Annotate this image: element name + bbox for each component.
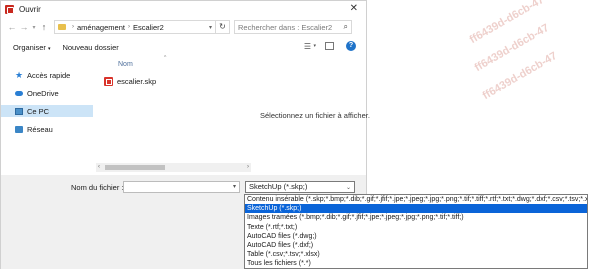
filename-input[interactable]: ▾ — [123, 181, 240, 193]
file-type-selected: SketchUp (*.skp;) — [249, 182, 308, 191]
file-type-option[interactable]: Table (*.csv;*.tsv;*.xlsx) — [245, 250, 587, 259]
close-icon[interactable]: ✕ — [350, 3, 358, 14]
view-options-icon[interactable]: ☰ — [304, 42, 311, 51]
folder-icon — [58, 24, 66, 30]
breadcrumb-amenagement[interactable]: aménagement — [77, 23, 125, 32]
file-type-option[interactable]: AutoCAD files (*.dwg;) — [245, 232, 587, 241]
chevron-down-icon: ⌄ — [345, 185, 351, 191]
back-arrow-icon[interactable]: ← — [6, 22, 18, 32]
file-type-option[interactable]: Texte (*.rtf;*.txt;) — [245, 223, 587, 232]
chevron-down-icon[interactable]: ▾ — [233, 183, 236, 190]
file-type-select[interactable]: SketchUp (*.skp;) ⌄ — [245, 181, 355, 193]
breadcrumb-separator-icon[interactable]: › — [72, 24, 74, 30]
address-bar[interactable]: › aménagement › Escalier2 ▾ — [54, 20, 216, 34]
breadcrumb-separator-icon[interactable]: › — [128, 24, 130, 30]
cloud-icon — [15, 90, 23, 96]
sort-up-icon: ^ — [164, 55, 167, 61]
list-item[interactable]: escalier.skp — [104, 77, 156, 86]
forward-arrow-icon[interactable]: → — [18, 22, 30, 32]
computer-icon — [15, 107, 23, 115]
window-title: Ouvrir — [19, 4, 41, 14]
sketchup-app-icon — [5, 4, 14, 14]
title-bar: Ouvrir ✕ — [1, 1, 366, 17]
chevron-down-icon: ▾ — [47, 45, 51, 52]
breadcrumb-escalier2[interactable]: Escalier2 — [133, 23, 164, 32]
sidebar-item-ce-pc[interactable]: Ce PC — [1, 105, 93, 117]
organize-button[interactable]: Organiser ▾ — [13, 43, 50, 52]
file-type-option[interactable]: Images tramées (*.bmp;*.dib;*.gif;*.jfif… — [245, 213, 587, 222]
scroll-right-icon[interactable]: › — [247, 164, 249, 170]
organize-label: Organiser — [13, 42, 46, 52]
new-folder-button[interactable]: Nouveau dossier — [62, 43, 118, 52]
sidebar-item-acces-rapide[interactable]: ★ Accès rapide — [1, 69, 93, 81]
sidebar-item-label: Accès rapide — [27, 70, 71, 80]
command-toolbar: Organiser ▾ Nouveau dossier ☰ ▾ ? — [1, 39, 366, 55]
search-placeholder: Rechercher dans : Escalier2 — [238, 22, 333, 32]
file-list: ^ Nom escalier.skp — [96, 55, 251, 175]
scroll-left-icon[interactable]: ‹ — [98, 164, 100, 170]
search-input[interactable]: Rechercher dans : Escalier2 ⌕ — [234, 20, 352, 34]
refresh-icon[interactable]: ↻ — [216, 20, 230, 34]
column-header-nom[interactable]: Nom — [118, 61, 133, 68]
recent-locations-chevron-icon[interactable]: ▾ — [30, 24, 38, 31]
star-icon: ★ — [15, 69, 24, 80]
file-type-dropdown-list: Contenu insérable (*.skp;*.bmp;*.dib;*.g… — [244, 194, 588, 269]
help-icon[interactable]: ? — [346, 41, 356, 51]
search-icon[interactable]: ⌕ — [344, 22, 348, 32]
file-type-option[interactable]: Contenu insérable (*.skp;*.bmp;*.dib;*.g… — [245, 195, 587, 204]
sidebar-item-label: OneDrive — [27, 88, 59, 98]
preview-message: Sélectionnez un fichier à afficher. — [260, 111, 370, 120]
file-name: escalier.skp — [117, 77, 157, 86]
file-type-option[interactable]: SketchUp (*.skp;) — [245, 204, 587, 214]
navigation-row: ← → ▾ ↑ › aménagement › Escalier2 ▾ ↻ Re… — [1, 17, 366, 37]
sidebar-item-reseau[interactable]: Réseau — [1, 123, 93, 135]
navigation-pane: ★ Accès rapide OneDrive Ce PC Réseau — [1, 59, 93, 173]
horizontal-scrollbar[interactable]: ‹ › — [96, 163, 251, 172]
skp-file-icon — [104, 77, 113, 86]
sidebar-item-label: Réseau — [27, 124, 53, 134]
network-icon — [15, 125, 23, 133]
address-dropdown-icon[interactable]: ▾ — [209, 24, 212, 31]
sidebar-item-label: Ce PC — [27, 106, 50, 116]
file-type-option[interactable]: AutoCAD files (*.dxf;) — [245, 241, 587, 250]
preview-pane-icon[interactable] — [325, 42, 334, 50]
filename-label: Nom du fichier : — [71, 183, 124, 192]
scrollbar-thumb[interactable] — [105, 165, 165, 170]
file-type-option[interactable]: Tous les fichiers (*.*) — [245, 259, 587, 268]
up-arrow-icon[interactable]: ↑ — [38, 22, 50, 32]
sidebar-item-onedrive[interactable]: OneDrive — [1, 87, 93, 99]
view-chevron-icon[interactable]: ▾ — [313, 43, 316, 49]
